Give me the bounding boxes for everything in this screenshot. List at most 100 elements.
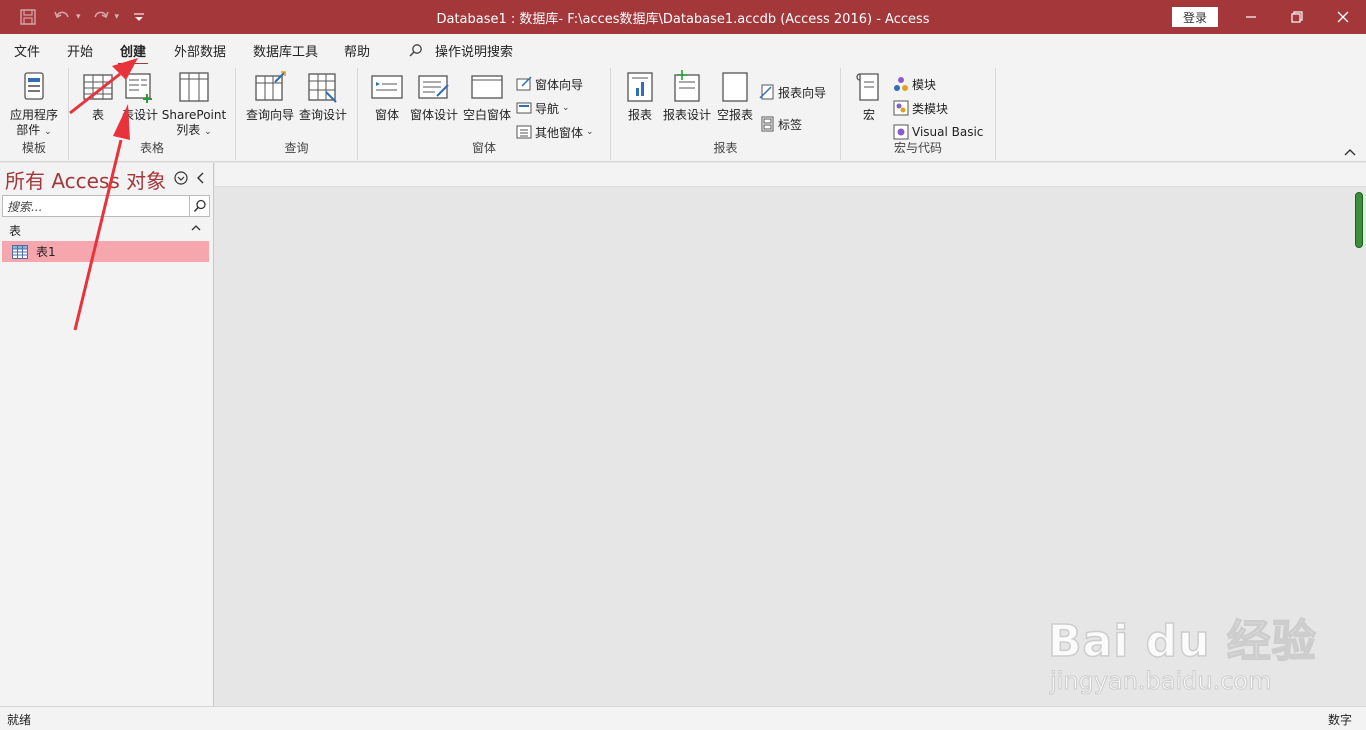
blank-form-icon xyxy=(470,70,504,104)
report-design-icon xyxy=(670,70,704,104)
macro-icon xyxy=(852,70,886,104)
table-label: 表 xyxy=(91,108,104,122)
form-design-icon xyxy=(417,70,451,104)
labels-icon xyxy=(761,116,774,132)
tab-external-data[interactable]: 外部数据 xyxy=(174,41,226,60)
restore-button[interactable] xyxy=(1274,0,1320,34)
query-wizard-icon xyxy=(253,70,287,104)
blank-report-button[interactable]: 空报表 xyxy=(715,70,755,123)
tab-help[interactable]: 帮助 xyxy=(344,41,370,60)
navigation-icon xyxy=(516,102,532,114)
group-forms: 窗体 窗体设计 空白窗体 窗体向导 导航 ⌄ 其他窗体 ⌄ 窗体 xyxy=(358,68,611,160)
class-module-button[interactable]: 类模块 xyxy=(893,98,948,118)
labels-button[interactable]: 标签 xyxy=(759,114,802,134)
table-icon xyxy=(12,244,28,259)
chevron-down-icon: ⌄ xyxy=(44,127,52,137)
collapse-ribbon-icon[interactable] xyxy=(1342,145,1358,159)
nav-item-table1[interactable]: 表1 xyxy=(2,241,209,262)
group-macros-code: 宏 模块 类模块 Visual Basic 宏与代码 xyxy=(841,68,996,160)
nav-group-tables[interactable]: 表 xyxy=(0,220,210,238)
window-title: Database1 : 数据库- F:\acces数据库\Database1.a… xyxy=(436,12,930,27)
module-button[interactable]: 模块 xyxy=(893,74,936,94)
query-design-button[interactable]: 查询设计 xyxy=(298,70,348,123)
form-wizard-button[interactable]: 窗体向导 xyxy=(516,74,583,94)
status-text: 就绪 xyxy=(7,713,32,727)
tab-database-tools[interactable]: 数据库工具 xyxy=(253,41,318,60)
tab-create[interactable]: 创建 xyxy=(117,41,149,66)
macro-button[interactable]: 宏 xyxy=(855,70,883,123)
blank-report-label: 空报表 xyxy=(716,108,753,122)
report-wizard-icon xyxy=(759,84,774,100)
report-wizard-label: 报表向导 xyxy=(778,85,827,100)
chevron-up-icon xyxy=(191,225,201,231)
group-label-macros-code: 宏与代码 xyxy=(893,141,942,155)
sharepoint-list-label: SharePoint xyxy=(161,108,227,122)
macro-label: 宏 xyxy=(862,108,875,122)
close-button[interactable] xyxy=(1320,0,1366,34)
class-module-icon xyxy=(893,100,909,116)
group-reports: 报表 报表设计 空报表 报表向导 标签 报表 xyxy=(611,68,841,160)
report-design-button[interactable]: 报表设计 xyxy=(662,70,712,123)
status-bar: 就绪 数字 xyxy=(0,706,1366,730)
chevron-down-icon: ⌄ xyxy=(562,103,570,113)
query-wizard-button[interactable]: 查询向导 xyxy=(245,70,295,123)
tab-file[interactable]: 文件 xyxy=(14,41,40,60)
form-icon xyxy=(370,70,404,104)
group-tables: 表 表设计 SharePoint 列表 ⌄ 表格 xyxy=(69,68,236,160)
tell-me-label: 操作说明搜索 xyxy=(435,45,514,60)
labels-label: 标签 xyxy=(778,117,803,132)
scroll-indicator[interactable] xyxy=(1355,192,1363,248)
more-forms-label: 其他窗体 xyxy=(535,125,584,140)
app-parts-label-2: 部件 xyxy=(16,123,41,137)
blank-report-icon xyxy=(718,70,752,104)
form-design-label: 窗体设计 xyxy=(409,108,458,122)
module-icon xyxy=(894,77,908,91)
form-wizard-icon xyxy=(516,76,532,91)
minimize-button[interactable] xyxy=(1228,0,1274,34)
app-parts-button[interactable]: 应用程序 部件 ⌄ xyxy=(8,70,60,140)
visual-basic-label: Visual Basic xyxy=(912,125,984,139)
group-label-templates: 模板 xyxy=(21,141,46,155)
table-design-label: 表设计 xyxy=(121,108,158,122)
query-design-icon xyxy=(306,70,340,104)
navigation-button[interactable]: 导航 ⌄ xyxy=(516,98,570,118)
form-design-button[interactable]: 窗体设计 xyxy=(409,70,459,123)
group-label-queries: 查询 xyxy=(284,141,309,155)
group-templates: 应用程序 部件 ⌄ 模板 xyxy=(0,68,69,160)
nav-search-input[interactable]: 搜索... xyxy=(2,195,190,217)
report-wizard-button[interactable]: 报表向导 xyxy=(759,82,826,102)
form-wizard-label: 窗体向导 xyxy=(535,77,584,92)
baidu-jingyan-watermark: Bai du 经验 jingyan.baidu.com xyxy=(1040,585,1340,705)
watermark-main-text: Bai du 经验 xyxy=(1047,615,1317,668)
table-design-icon xyxy=(123,70,157,104)
app-parts-label: 应用程序 xyxy=(9,108,58,122)
module-label: 模块 xyxy=(912,77,937,92)
search-icon[interactable] xyxy=(190,195,210,217)
class-module-label: 类模块 xyxy=(912,101,949,116)
tell-me-search[interactable]: 操作说明搜索 xyxy=(408,41,513,60)
form-label: 窗体 xyxy=(374,108,399,122)
blank-form-button[interactable]: 空白窗体 xyxy=(462,70,512,123)
nav-item-label: 表1 xyxy=(36,245,56,259)
nav-title[interactable]: 所有 Access 对象 xyxy=(5,165,166,194)
report-icon xyxy=(623,70,657,104)
login-button[interactable]: 登录 xyxy=(1172,7,1218,27)
form-button[interactable]: 窗体 xyxy=(371,70,403,123)
report-label: 报表 xyxy=(627,108,652,122)
tab-home[interactable]: 开始 xyxy=(67,41,93,60)
table-icon xyxy=(81,70,115,104)
more-forms-icon xyxy=(516,125,532,139)
nav-menu-dropdown-icon[interactable] xyxy=(174,171,188,185)
table-button[interactable]: 表 xyxy=(83,70,113,123)
navigation-label: 导航 xyxy=(535,101,560,116)
ribbon-tabs: 文件 开始 创建 外部数据 数据库工具 帮助 操作说明搜索 xyxy=(0,34,1366,66)
search-icon xyxy=(409,44,422,57)
shutter-bar-close-icon[interactable] xyxy=(194,170,208,186)
group-label-tables: 表格 xyxy=(139,141,164,155)
title-bar: ▾ ▾ Database1 : 数据库- F:\acces数据库\Databas… xyxy=(0,0,1366,34)
sharepoint-list-button[interactable]: SharePoint 列表 ⌄ xyxy=(161,70,227,140)
navigation-pane: 所有 Access 对象 搜索... 表 表1 xyxy=(0,163,214,706)
report-button[interactable]: 报表 xyxy=(624,70,656,123)
table-design-button[interactable]: 表设计 xyxy=(120,70,160,123)
num-lock-indicator: 数字 xyxy=(1327,713,1352,727)
